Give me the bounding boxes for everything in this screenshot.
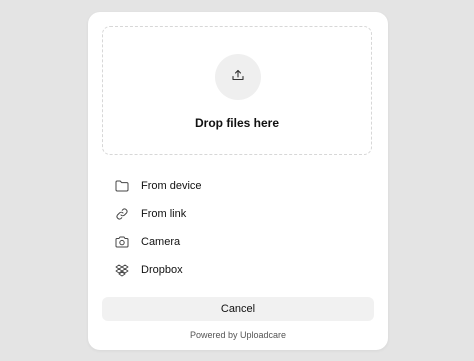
drop-label: Drop files here [194, 116, 280, 130]
drop-zone[interactable]: Drop files here [102, 26, 372, 155]
source-from-device[interactable]: From device [102, 172, 372, 200]
source-label: Dropbox [141, 264, 183, 276]
camera-icon [114, 234, 130, 250]
source-dropbox[interactable]: Dropbox [102, 256, 372, 284]
upload-button[interactable] [215, 54, 261, 100]
source-label: From device [141, 180, 202, 192]
source-list: From device From link Camera Dropbox [102, 172, 372, 284]
upload-dialog: Drop files here From device From link Ca… [88, 12, 388, 350]
link-icon [114, 206, 130, 222]
dropbox-icon [114, 262, 130, 278]
source-from-link[interactable]: From link [102, 200, 372, 228]
source-label: Camera [141, 236, 181, 248]
cancel-button[interactable]: Cancel [102, 297, 374, 321]
powered-by-text: Powered by Uploadcare [189, 330, 287, 340]
folder-icon [114, 178, 130, 194]
source-camera[interactable]: Camera [102, 228, 372, 256]
source-label: From link [141, 208, 187, 220]
upload-icon [231, 68, 245, 87]
